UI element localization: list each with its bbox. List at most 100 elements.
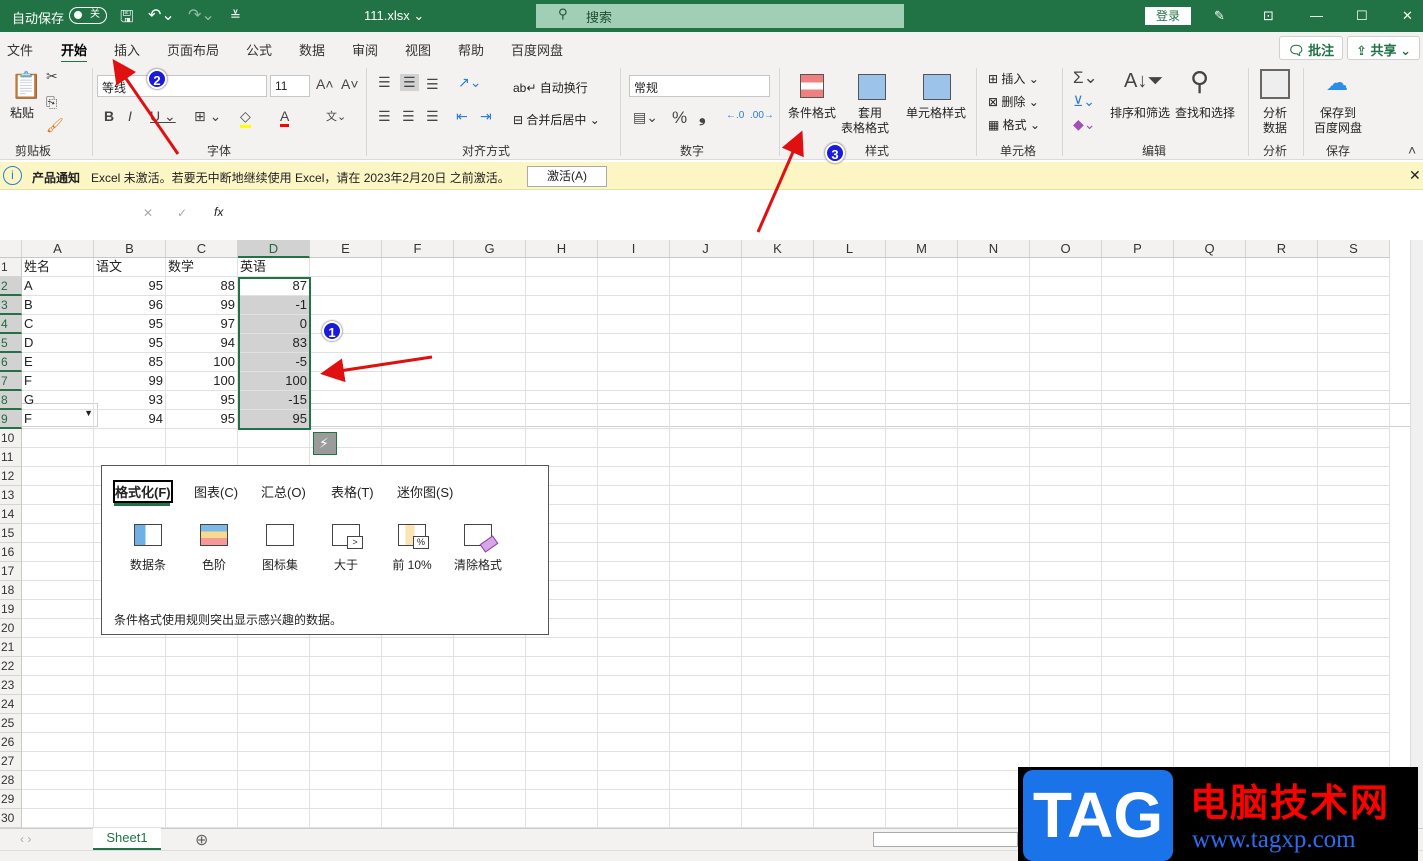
table-cell[interactable]	[670, 600, 742, 619]
table-cell[interactable]	[1318, 581, 1390, 600]
table-cell[interactable]	[886, 657, 958, 676]
table-cell[interactable]	[670, 391, 742, 410]
table-cell[interactable]	[670, 714, 742, 733]
column-header[interactable]: M	[886, 240, 958, 258]
table-cell[interactable]	[1174, 581, 1246, 600]
table-cell[interactable]	[94, 733, 166, 752]
quick-analysis-button[interactable]: ⚡	[313, 432, 337, 455]
table-cell[interactable]	[22, 486, 94, 505]
row-header[interactable]: 18	[0, 581, 22, 600]
table-cell[interactable]	[670, 638, 742, 657]
table-cell[interactable]	[1246, 733, 1318, 752]
table-cell[interactable]	[1174, 619, 1246, 638]
table-cell[interactable]	[382, 429, 454, 448]
horizontal-scrollbar[interactable]	[873, 832, 1018, 847]
table-cell[interactable]	[670, 334, 742, 353]
table-cell[interactable]	[310, 657, 382, 676]
table-cell[interactable]	[310, 296, 382, 315]
table-cell[interactable]	[958, 296, 1030, 315]
table-cell[interactable]	[1030, 467, 1102, 486]
table-cell[interactable]	[670, 353, 742, 372]
row-header[interactable]: 3	[0, 296, 22, 315]
table-cell[interactable]	[958, 619, 1030, 638]
sheet-tab[interactable]: Sheet1	[93, 828, 161, 850]
table-cell[interactable]	[526, 372, 598, 391]
table-cell[interactable]	[886, 505, 958, 524]
table-cell[interactable]	[22, 638, 94, 657]
table-cell[interactable]	[886, 410, 958, 429]
file-name[interactable]: 111.xlsx ⌄	[364, 8, 424, 24]
table-cell[interactable]	[814, 486, 886, 505]
align-bottom-icon[interactable]: ☰	[426, 76, 439, 93]
qa-color-scale[interactable]: 色阶	[184, 524, 244, 573]
table-cell[interactable]	[1102, 486, 1174, 505]
table-cell[interactable]	[1030, 714, 1102, 733]
table-cell[interactable]	[238, 752, 310, 771]
table-cell[interactable]	[1030, 638, 1102, 657]
qa-tab-charts[interactable]: 图表(C)	[194, 482, 238, 501]
table-cell[interactable]	[454, 752, 526, 771]
table-cell[interactable]	[526, 657, 598, 676]
table-cell[interactable]	[742, 581, 814, 600]
table-cell[interactable]	[454, 353, 526, 372]
table-cell[interactable]	[94, 695, 166, 714]
table-cell[interactable]	[310, 809, 382, 828]
table-cell[interactable]	[22, 695, 94, 714]
table-cell[interactable]	[742, 334, 814, 353]
table-cell[interactable]	[1174, 562, 1246, 581]
table-cell[interactable]	[598, 429, 670, 448]
table-cell[interactable]	[22, 676, 94, 695]
row-header[interactable]: 23	[0, 676, 22, 695]
table-cell[interactable]	[814, 524, 886, 543]
table-cell[interactable]	[526, 695, 598, 714]
sort-filter-button[interactable]: 排序和筛选	[1110, 104, 1170, 121]
column-header[interactable]: C	[166, 240, 238, 258]
table-cell[interactable]	[598, 695, 670, 714]
accounting-icon[interactable]: ▤⌄	[633, 109, 658, 126]
table-cell[interactable]	[958, 334, 1030, 353]
insert-cells-button[interactable]: ⊞ 插入 ⌄	[988, 70, 1039, 87]
table-cell[interactable]	[958, 467, 1030, 486]
table-cell[interactable]	[1102, 676, 1174, 695]
table-cell[interactable]	[166, 638, 238, 657]
table-cell[interactable]	[670, 258, 742, 277]
font-size-select[interactable]: 11	[270, 75, 310, 97]
tab-view[interactable]: 视图	[405, 40, 431, 59]
table-cell[interactable]	[22, 448, 94, 467]
table-cell[interactable]	[598, 410, 670, 429]
table-cell[interactable]	[526, 296, 598, 315]
table-cell[interactable]	[238, 429, 310, 448]
table-cell[interactable]	[598, 467, 670, 486]
table-cell[interactable]	[1102, 315, 1174, 334]
italic-icon[interactable]: I	[128, 108, 132, 124]
table-cell[interactable]	[310, 277, 382, 296]
table-cell[interactable]	[598, 752, 670, 771]
decrease-decimal-icon[interactable]: .00→	[750, 110, 774, 121]
table-cell[interactable]	[958, 353, 1030, 372]
table-cell[interactable]	[1102, 429, 1174, 448]
table-cell[interactable]	[1102, 714, 1174, 733]
table-cell[interactable]	[1318, 657, 1390, 676]
table-cell[interactable]	[382, 391, 454, 410]
qa-top-10[interactable]: % 前 10%	[382, 524, 442, 573]
table-cell[interactable]	[526, 714, 598, 733]
table-cell[interactable]	[958, 562, 1030, 581]
autosum-icon[interactable]: Σ⌄	[1073, 68, 1098, 88]
table-cell[interactable]	[454, 391, 526, 410]
table-cell[interactable]	[382, 353, 454, 372]
table-cell[interactable]	[22, 790, 94, 809]
table-cell[interactable]	[670, 315, 742, 334]
table-cell[interactable]	[814, 657, 886, 676]
table-cell[interactable]	[22, 543, 94, 562]
table-cell[interactable]	[742, 315, 814, 334]
collapse-ribbon-icon[interactable]: ˄	[1408, 142, 1416, 158]
table-cell[interactable]	[958, 638, 1030, 657]
table-cell[interactable]	[454, 372, 526, 391]
table-cell[interactable]: 94	[166, 334, 238, 353]
table-cell[interactable]	[1318, 524, 1390, 543]
table-cell[interactable]	[382, 733, 454, 752]
autosave-toggle[interactable]: 关	[69, 7, 107, 24]
row-header[interactable]: 16	[0, 543, 22, 562]
table-cell[interactable]	[886, 676, 958, 695]
table-cell[interactable]	[1318, 410, 1390, 429]
